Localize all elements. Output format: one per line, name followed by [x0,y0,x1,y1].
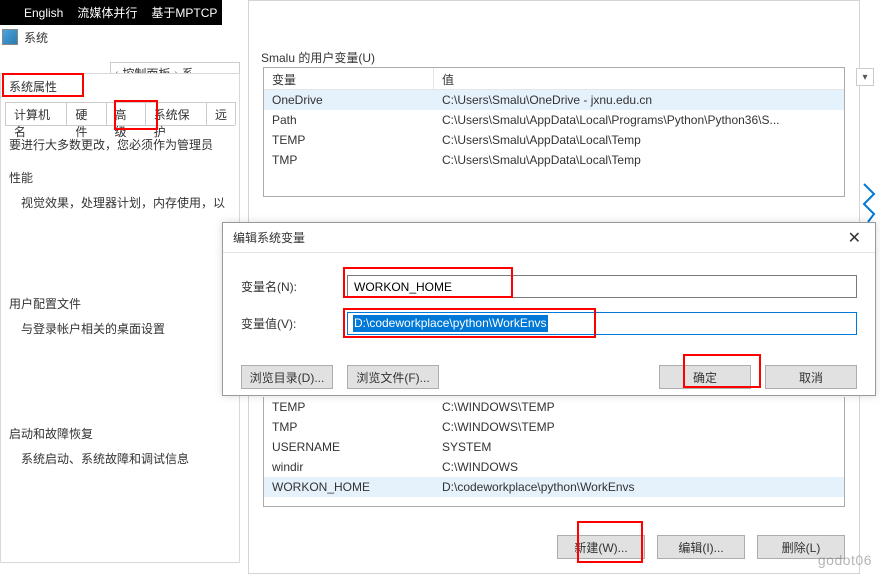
edit-button[interactable]: 编辑(I)... [657,535,745,559]
group-user-profile: 用户配置文件 与登录帐户相关的桌面设置 [9,295,231,339]
table-row[interactable]: TEMPC:\Users\Smalu\AppData\Local\Temp [264,130,844,150]
cell-var-value: D:\codeworkplace\python\WorkEnvs [434,480,844,494]
delete-button[interactable]: 删除(L) [757,535,845,559]
cell-var-value: C:\WINDOWS [434,460,844,474]
group-title: 用户配置文件 [9,295,231,312]
tab-strip: English 流媒体并行 基于MPTCP [0,0,222,25]
cell-var-name: TMP [264,153,434,167]
cell-var-name: USERNAME [264,440,434,454]
cell-var-name: TEMP [264,133,434,147]
table-row[interactable]: OneDriveC:\Users\Smalu\OneDrive - jxnu.e… [264,90,844,110]
tab-remote[interactable]: 远 [206,102,236,125]
table-row[interactable]: USERNAMESYSTEM [264,437,844,457]
table-row[interactable]: TMPC:\WINDOWS\TEMP [264,417,844,437]
table-row[interactable]: TMPC:\Users\Smalu\AppData\Local\Temp [264,150,844,170]
tab-hardware[interactable]: 硬件 [66,102,106,125]
group-title: 性能 [9,169,231,186]
chevron-down-icon: ▾ [862,72,867,83]
cell-var-name: TEMP [264,400,434,414]
table-row[interactable]: windirC:\WINDOWS [264,457,844,477]
table-header: 变量 值 [264,68,844,90]
group-text: 与登录帐户相关的桌面设置 [9,318,231,339]
new-button[interactable]: 新建(W)... [557,535,645,559]
user-vars-table[interactable]: 变量 值 OneDriveC:\Users\Smalu\OneDrive - j… [263,67,845,197]
system-properties-dialog: 系统属性 计算机名 硬件 高级 系统保护 远 要进行大多数更改，您必须作为管理员… [0,73,240,563]
tab-mptcp[interactable]: 基于MPTCP [151,4,217,21]
cell-var-value: C:\WINDOWS\TEMP [434,400,844,414]
group-text: 视觉效果，处理器计划，内存使用，以 [9,192,231,213]
variable-value-label: 变量值(V): [241,315,347,332]
cell-var-value: C:\Users\Smalu\OneDrive - jxnu.edu.cn [434,93,844,107]
browse-dir-button[interactable]: 浏览目录(D)... [241,365,333,389]
system-vars-table[interactable]: TEMPC:\WINDOWS\TEMPTMPC:\WINDOWS\TEMPUSE… [263,397,845,507]
tab-advanced[interactable]: 高级 [106,102,146,125]
close-icon[interactable]: ✕ [844,228,865,248]
table-row[interactable]: WORKON_HOMED:\codeworkplace\python\WorkE… [264,477,844,497]
cell-var-name: Path [264,113,434,127]
cell-var-value: C:\Users\Smalu\AppData\Local\Temp [434,153,844,167]
sys-var-buttons: 新建(W)... 编辑(I)... 删除(L) [557,535,845,559]
user-vars-label: Smalu 的用户变量(U) [261,49,375,66]
browse-file-button[interactable]: 浏览文件(F)... [347,365,439,389]
cell-var-name: WORKON_HOME [264,480,434,494]
table-row[interactable]: PathC:\Users\Smalu\AppData\Local\Program… [264,110,844,130]
dropdown-toggle[interactable]: ▾ [856,68,874,86]
tab-computer-name[interactable]: 计算机名 [5,102,67,125]
dialog-titlebar: 编辑系统变量 ✕ [223,223,875,253]
cell-var-name: windir [264,460,434,474]
variable-name-input[interactable] [347,275,857,298]
group-performance: 性能 视觉效果，处理器计划，内存使用，以 [9,169,231,213]
cell-var-value: C:\WINDOWS\TEMP [434,420,844,434]
table-row[interactable]: TEMPC:\WINDOWS\TEMP [264,397,844,417]
system-icon [2,29,18,45]
cell-var-value: C:\Users\Smalu\AppData\Local\Programs\Py… [434,113,844,127]
variable-name-label: 变量名(N): [241,278,347,295]
system-window-title: 系统 [24,29,48,46]
group-text: 系统启动、系统故障和调试信息 [9,448,231,469]
tab-system-protection[interactable]: 系统保护 [145,102,207,125]
tab-row: 计算机名 硬件 高级 系统保护 远 [5,102,235,126]
group-title: 启动和故障恢复 [9,425,231,442]
tab-stream[interactable]: 流媒体并行 [77,4,137,21]
dialog-title: 系统属性 [1,74,239,98]
cell-var-value: SYSTEM [434,440,844,454]
cell-var-value: C:\Users\Smalu\AppData\Local\Temp [434,133,844,147]
system-window-header: 系统 [2,27,222,47]
col-variable[interactable]: 变量 [264,68,434,89]
cell-var-name: TMP [264,420,434,434]
selected-value-text: D:\codeworkplace\python\WorkEnvs [353,315,548,332]
cancel-button[interactable]: 取消 [765,365,857,389]
tab-english[interactable]: English [24,6,63,20]
decorative-squiggle [862,182,876,222]
ok-button[interactable]: 确定 [659,365,751,389]
cell-var-name: OneDrive [264,93,434,107]
group-startup-recovery: 启动和故障恢复 系统启动、系统故障和调试信息 [9,425,231,469]
col-value[interactable]: 值 [434,68,844,89]
dialog-title: 编辑系统变量 [233,229,305,246]
edit-system-variable-dialog: 编辑系统变量 ✕ 变量名(N): 变量值(V): D:\codeworkplac… [222,222,876,396]
